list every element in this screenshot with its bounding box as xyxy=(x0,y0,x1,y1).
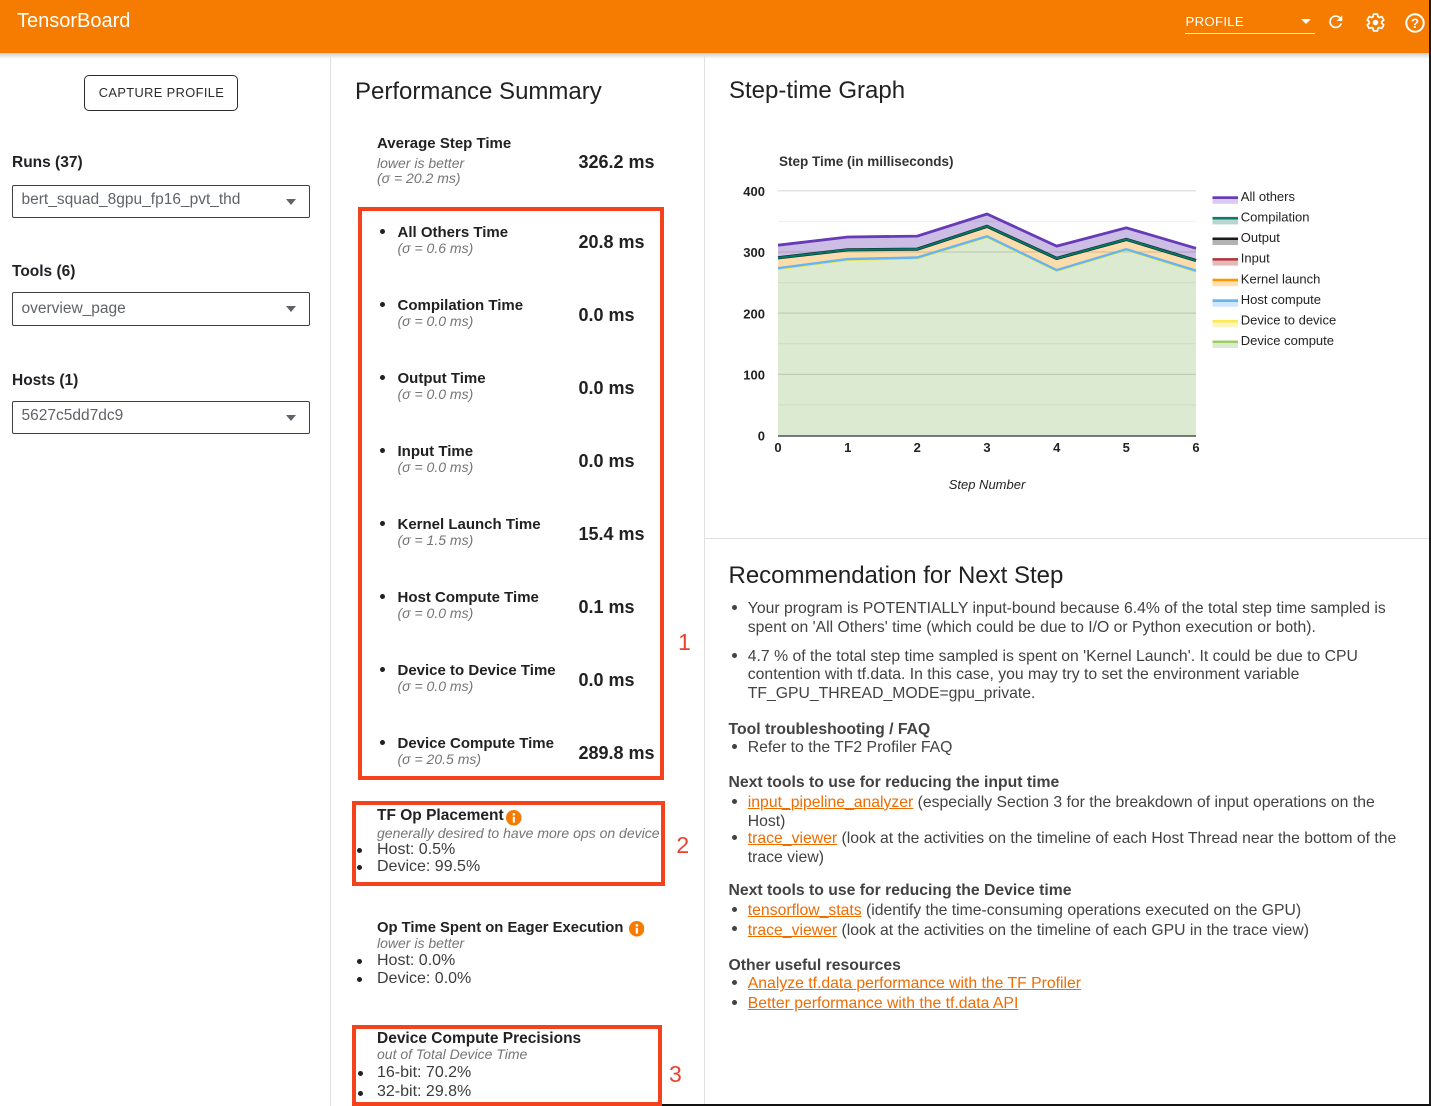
svg-text:0: 0 xyxy=(758,429,765,444)
svg-text:3: 3 xyxy=(983,440,990,455)
svg-text:5: 5 xyxy=(1123,440,1130,455)
svg-text:300: 300 xyxy=(743,245,765,260)
svg-text:?: ? xyxy=(1410,16,1418,31)
svg-text:Kernel launch: Kernel launch xyxy=(1241,271,1321,286)
svg-text:6: 6 xyxy=(1192,440,1199,455)
svg-text:Step Time (in milliseconds): Step Time (in milliseconds) xyxy=(779,154,954,169)
svg-text:1: 1 xyxy=(844,440,851,455)
svg-text:400: 400 xyxy=(743,184,765,199)
svg-text:100: 100 xyxy=(743,368,765,383)
svg-text:Device compute: Device compute xyxy=(1241,333,1334,348)
svg-text:All others: All others xyxy=(1241,189,1296,204)
svg-text:0: 0 xyxy=(774,440,781,455)
svg-text:Output: Output xyxy=(1241,230,1280,245)
svg-text:Host compute: Host compute xyxy=(1241,292,1321,307)
svg-text:Input: Input xyxy=(1241,251,1270,266)
svg-text:2: 2 xyxy=(914,440,921,455)
svg-text:Compilation: Compilation xyxy=(1241,210,1310,225)
svg-text:Step Number: Step Number xyxy=(949,477,1026,492)
svg-text:Device to device: Device to device xyxy=(1241,313,1336,328)
svg-text:200: 200 xyxy=(743,306,765,321)
svg-text:4: 4 xyxy=(1053,440,1061,455)
